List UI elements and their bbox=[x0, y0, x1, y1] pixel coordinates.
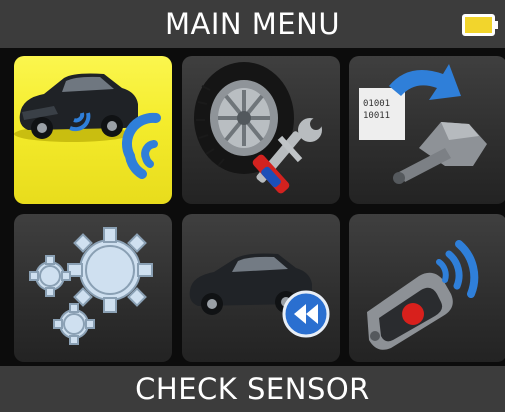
menu-tile-program-sensor[interactable]: 01001 10011 bbox=[349, 56, 505, 204]
tire-tools-icon bbox=[194, 62, 322, 194]
selected-item-label: CHECK SENSOR bbox=[135, 372, 370, 406]
svg-text:10011: 10011 bbox=[363, 111, 390, 121]
menu-tile-service[interactable] bbox=[182, 56, 340, 204]
menu-tile-check-sensor[interactable] bbox=[14, 56, 172, 204]
menu-tile-settings[interactable] bbox=[14, 214, 172, 362]
menu-tile-keyfob[interactable] bbox=[349, 214, 505, 362]
menu-grid: 01001 10011 bbox=[0, 48, 505, 366]
gears-icon bbox=[29, 227, 153, 345]
header-bar: MAIN MENU bbox=[0, 0, 505, 48]
sensor-program-icon: 01001 10011 bbox=[359, 64, 487, 184]
keyfob-signal-icon bbox=[367, 240, 479, 350]
svg-text:01001: 01001 bbox=[363, 99, 390, 109]
status-bar: CHECK SENSOR bbox=[0, 366, 505, 412]
car-sensor-signal-icon bbox=[14, 73, 161, 179]
car-rewind-icon bbox=[189, 253, 330, 338]
battery-full-icon bbox=[462, 14, 498, 36]
page-title: MAIN MENU bbox=[164, 7, 341, 41]
menu-tile-rewind[interactable] bbox=[182, 214, 340, 362]
